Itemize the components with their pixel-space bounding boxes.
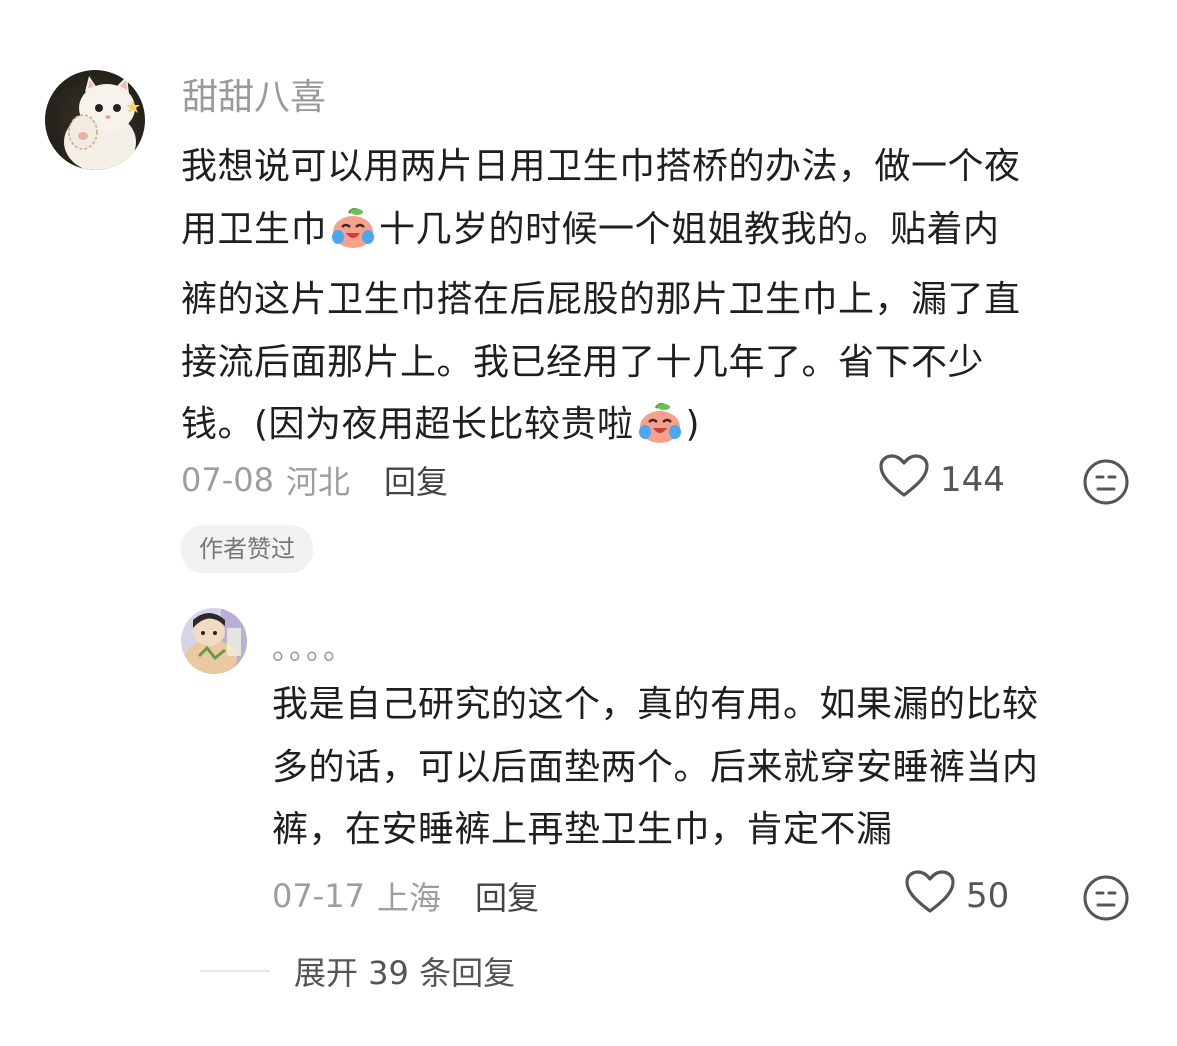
like-button[interactable]: 50 xyxy=(904,869,1010,920)
like-count: 144 xyxy=(940,460,1005,500)
comment-body: 我想说可以用两片日用卫生巾搭桥的办法，做一个夜 用卫生巾 十几岁的时候一个姐姐教… xyxy=(181,136,1021,465)
expand-replies-label: 展开 39 条回复 xyxy=(294,954,516,992)
comment-location: 上海 xyxy=(376,879,441,917)
comment-line-part: 十几岁的时候一个姐姐教我的。贴着内 xyxy=(379,208,1000,250)
heart-outline-icon[interactable] xyxy=(878,453,930,508)
avatar[interactable] xyxy=(45,70,145,170)
comment-location: 河北 xyxy=(285,463,350,501)
expand-replies-button[interactable]: 展开 39 条回复 xyxy=(200,946,515,996)
divider xyxy=(200,970,270,972)
comment-line: 多的话，可以后面垫两个。后来就穿安睡裤当内 xyxy=(272,746,1039,788)
reply-button[interactable]: 回复 xyxy=(475,873,539,919)
comment-meta: 07-08 河北 回复 xyxy=(181,456,448,504)
comment-date: 07-17 xyxy=(272,877,365,915)
crying-laughing-emoji-icon xyxy=(329,205,377,270)
comment-line-part: 钱。(因为夜用超长比较贵啦 xyxy=(181,404,634,445)
comment-body: 我是自己研究的这个，真的有用。如果漏的比较 多的话，可以后面垫两个。后来就穿安睡… xyxy=(272,674,1039,862)
like-button[interactable]: 144 xyxy=(878,453,1005,504)
comment-line: 我想说可以用两片日用卫生巾搭桥的办法，做一个夜 xyxy=(181,146,1021,187)
author-liked-badge: 作者赞过 xyxy=(181,525,313,573)
comment-line: 用卫生巾 十几岁的时候一个姐姐教我的。贴着内 xyxy=(181,199,1021,270)
comment-date: 07-08 xyxy=(181,461,274,499)
comment-line: 接流后面那片上。我已经用了十几年了。省下不少 xyxy=(181,341,985,383)
meh-face-icon[interactable] xyxy=(1082,874,1130,922)
comment-line-part: ) xyxy=(685,404,701,445)
crying-laughing-emoji-icon xyxy=(636,400,684,465)
comment-line: 裤的这片卫生巾搭在后屁股的那片卫生巾上，漏了直 xyxy=(181,279,1021,320)
avatar[interactable] xyxy=(181,608,247,674)
comment-line: 我是自己研究的这个，真的有用。如果漏的比较 xyxy=(272,684,1039,725)
username[interactable]: 。。。。 xyxy=(272,630,355,670)
heart-outline-icon[interactable] xyxy=(904,869,956,924)
comment-meta: 07-17 上海 回复 xyxy=(272,872,539,920)
comment-line-part: 用卫生巾 xyxy=(181,208,328,250)
username[interactable]: 甜甜八喜 xyxy=(182,76,326,120)
meh-face-icon[interactable] xyxy=(1082,458,1130,506)
reply-button[interactable]: 回复 xyxy=(384,457,448,503)
like-count: 50 xyxy=(966,876,1010,916)
comment-line: 裤，在安睡裤上再垫卫生巾，肯定不漏 xyxy=(272,809,893,850)
